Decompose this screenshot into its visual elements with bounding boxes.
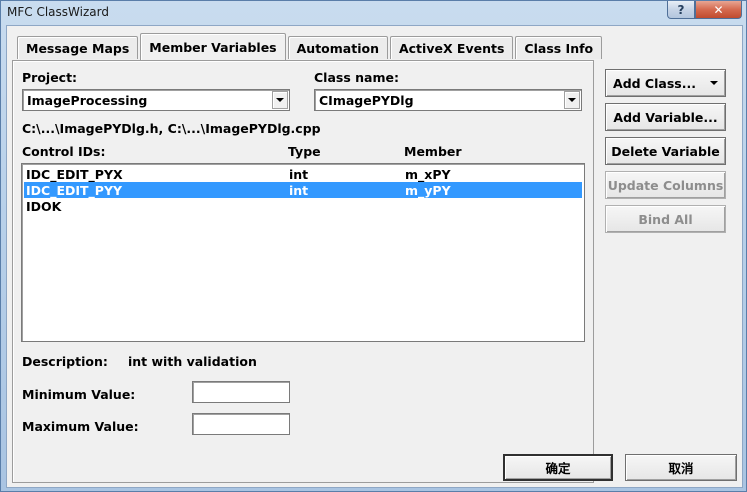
control-id-cell: IDC_EDIT_PYY [26,183,123,198]
add-class-button[interactable]: Add Class... [605,69,726,97]
control-ids-list[interactable]: IDC_EDIT_PYX int m_xPY IDC_EDIT_PYY int … [21,163,585,342]
dialog-client: Message Maps Member Variables Automation… [6,25,743,488]
add-class-label: Add Class... [613,75,696,91]
help-button[interactable]: ? [667,1,695,19]
tab-strip: Message Maps Member Variables Automation… [17,33,604,60]
member-cell: m_yPY [405,183,451,198]
tab-message-maps[interactable]: Message Maps [17,36,139,59]
description-label: Description: [22,354,108,369]
maximum-value-input[interactable] [192,413,290,435]
tab-automation[interactable]: Automation [287,36,388,59]
type-cell: int [289,167,309,182]
table-row[interactable]: IDOK [24,198,582,214]
bind-all-button[interactable]: Bind All [605,205,726,233]
control-id-cell: IDC_EDIT_PYX [26,167,123,182]
cancel-button[interactable]: 取消 [625,454,737,481]
tab-activex-events[interactable]: ActiveX Events [389,36,514,59]
title-bar[interactable]: MFC ClassWizard ? ✕ [1,1,746,25]
control-id-cell: IDOK [26,199,62,214]
column-header-control-ids[interactable]: Control IDs: [22,144,106,159]
member-cell: m_xPY [405,167,451,182]
close-button[interactable]: ✕ [695,1,742,19]
class-name-combo[interactable]: CImagePYDlg [314,89,582,111]
chevron-down-icon [709,81,718,85]
type-cell: int [289,183,309,198]
ok-button[interactable]: 确定 [503,454,613,481]
minimum-value-input[interactable] [192,381,290,403]
minimum-value-label: Minimum Value: [22,387,136,402]
description-value: int with validation [128,354,257,369]
class-name-value: CImagePYDlg [319,93,414,108]
column-header-member[interactable]: Member [404,144,462,159]
files-path: C:\...\ImagePYDlg.h, C:\...\ImagePYDlg.c… [22,121,321,136]
project-label: Project: [22,70,78,85]
tab-class-info[interactable]: Class Info [515,36,603,59]
project-combo[interactable]: ImageProcessing [22,89,290,111]
column-header-type[interactable]: Type [288,144,321,159]
project-value: ImageProcessing [27,93,148,108]
update-columns-button[interactable]: Update Columns [605,171,726,199]
delete-variable-button[interactable]: Delete Variable [605,137,726,165]
window-frame: MFC ClassWizard ? ✕ Message Maps Member … [0,0,747,492]
maximum-value-label: Maximum Value: [22,419,139,434]
chevron-down-icon[interactable] [272,91,288,109]
table-row-selected[interactable]: IDC_EDIT_PYY int m_yPY [24,182,582,198]
tab-member-variables[interactable]: Member Variables [140,33,286,60]
window-title: MFC ClassWizard [7,5,109,19]
chevron-down-icon[interactable] [564,91,580,109]
add-variable-button[interactable]: Add Variable... [605,103,726,131]
table-row[interactable]: IDC_EDIT_PYX int m_xPY [24,166,582,182]
class-name-label: Class name: [314,70,399,85]
